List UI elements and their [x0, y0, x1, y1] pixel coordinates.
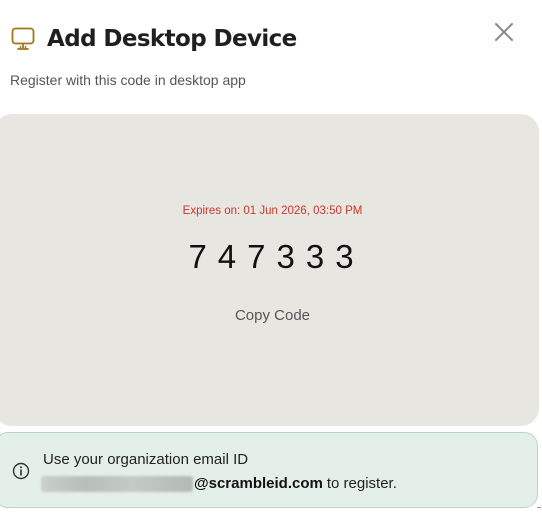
dialog-subtitle: Register with this code in desktop app: [10, 72, 246, 88]
registration-code-card: Expires on: 01 Jun 2026, 03:50 PM 747333…: [0, 114, 539, 426]
desktop-monitor-icon: [10, 26, 36, 52]
email-domain: @scrambleid.com: [194, 475, 323, 492]
code-expiry-label: Expires on: 01 Jun 2026, 03:50 PM: [182, 205, 363, 217]
info-text-suffix: to register.: [326, 475, 397, 492]
dialog-title: Add Desktop Device: [47, 26, 297, 52]
close-icon: [495, 23, 513, 41]
info-banner: Use your organization email ID @scramble…: [0, 432, 538, 508]
info-text-line2: @scrambleid.com to register.: [41, 475, 397, 492]
resize-corner-mark: [537, 507, 541, 508]
dialog-header: Add Desktop Device: [10, 22, 297, 56]
info-icon: [12, 462, 30, 480]
redacted-email-username: [41, 475, 193, 492]
close-button[interactable]: [492, 20, 516, 44]
info-text-line1: Use your organization email ID: [43, 451, 249, 468]
copy-code-button[interactable]: Copy Code: [0, 307, 539, 324]
add-desktop-device-dialog: Add Desktop Device Register with this co…: [0, 0, 542, 513]
registration-code: 747333: [188, 238, 365, 275]
